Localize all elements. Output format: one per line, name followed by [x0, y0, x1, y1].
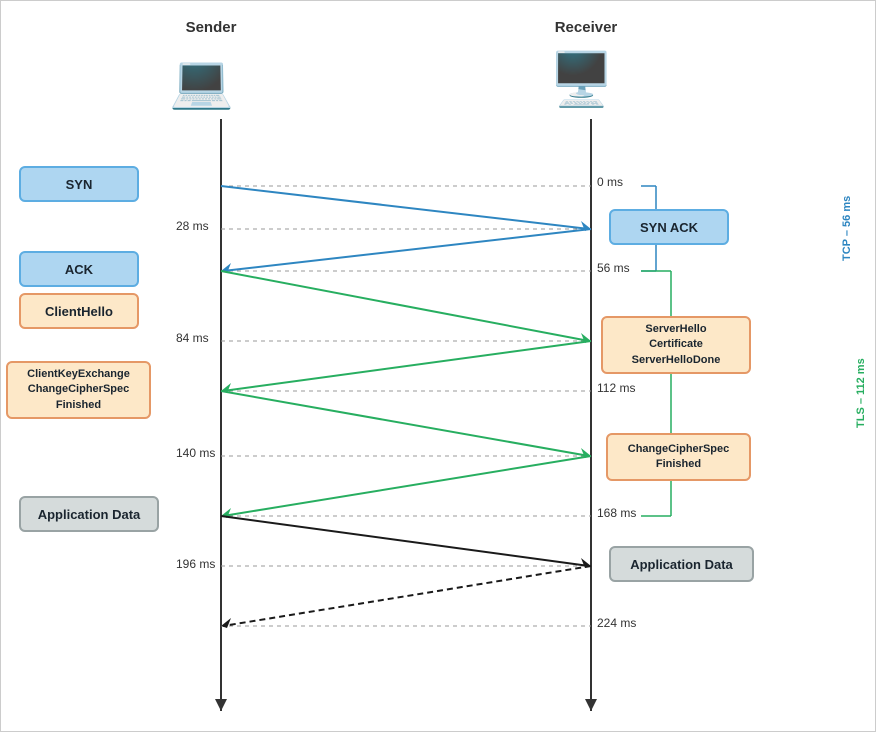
tls-label: TLS – 112 ms — [855, 273, 867, 513]
time-196: 196 ms — [176, 557, 215, 571]
sender-header: Sender — [161, 19, 261, 36]
diagram: Sender Receiver 💻 🖥️ — [0, 0, 876, 732]
change-cipher-server-box: ChangeCipherSpecFinished — [606, 433, 751, 481]
server-hello-box: ServerHelloCertificateServerHelloDone — [601, 316, 751, 374]
client-hello-box: ClientHello — [19, 293, 139, 329]
receiver-header: Receiver — [531, 19, 641, 36]
syn-ack-box: SYN ACK — [609, 209, 729, 245]
time-84: 84 ms — [176, 331, 209, 345]
time-112: 112 ms — [597, 381, 635, 395]
time-0: 0 ms — [597, 175, 623, 189]
app-data-sender-box: Application Data — [19, 496, 159, 532]
tcp-label: TCP – 56 ms — [841, 186, 853, 271]
client-key-box: ClientKeyExchange ChangeCipherSpec Finis… — [6, 361, 151, 419]
ack-box: ACK — [19, 251, 139, 287]
time-140: 140 ms — [176, 446, 215, 460]
time-224: 224 ms — [597, 616, 636, 630]
app-data-receiver-box: Application Data — [609, 546, 754, 582]
receiver-icon: 🖥️ — [549, 49, 614, 110]
time-56: 56 ms — [597, 261, 630, 275]
time-28: 28 ms — [176, 219, 209, 233]
sender-icon: 💻 — [169, 51, 234, 112]
syn-box: SYN — [19, 166, 139, 202]
time-168: 168 ms — [597, 506, 636, 520]
